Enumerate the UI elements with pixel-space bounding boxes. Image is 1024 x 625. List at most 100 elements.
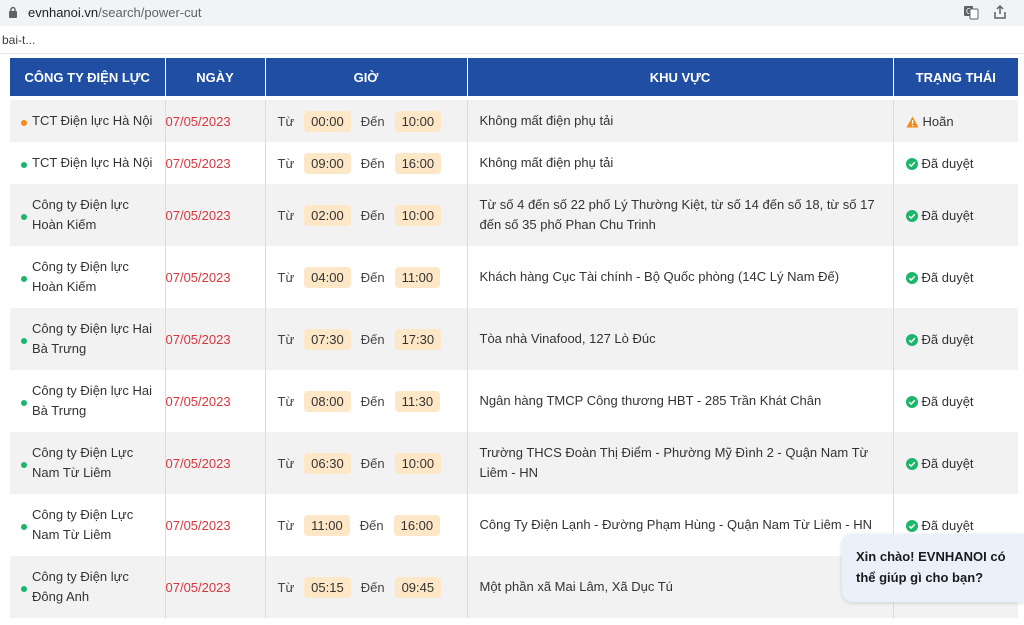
time-cell: Từ 09:00 Đến 16:00	[265, 142, 468, 184]
status-dot	[21, 162, 27, 168]
warning-icon	[906, 116, 918, 128]
status-cell: Đã duyệt	[893, 432, 1018, 494]
table-row: Công ty Điện lực Hoàn Kiếm 07/05/2023 Từ 04…	[10, 246, 1018, 308]
to-label: Đến	[359, 517, 384, 533]
table-row: Công ty Điện lực Hai Bà Trưng 07/05/2023 T…	[10, 370, 1018, 432]
to-label: Đến	[360, 155, 385, 171]
status-badge: Đã duyệt	[921, 155, 974, 171]
chat-message: Xin chào! EVNHANOI có thể giúp gì cho bạ…	[856, 549, 1006, 585]
status-cell: Đã duyệt	[893, 308, 1018, 370]
start-time: 07:30	[304, 328, 351, 350]
status-badge: Đã duyệt	[921, 393, 974, 409]
end-time: 10:00	[394, 110, 442, 132]
start-time: 04:00	[304, 266, 351, 288]
to-label: Đến	[360, 579, 385, 595]
to-label: Đến	[360, 207, 385, 223]
status-dot	[21, 400, 27, 406]
to-label: Đến	[360, 393, 385, 409]
end-time: 10:00	[394, 452, 442, 474]
share-icon[interactable]	[992, 4, 1008, 20]
header-date: NGÀY	[165, 58, 266, 96]
time-cell: Từ 06:30 Đến 10:00	[265, 432, 468, 494]
time-cell: Từ 02:00 Đến 10:00	[265, 184, 468, 246]
area-text: Không mất điện phụ tải	[479, 155, 614, 170]
company-name: Công ty Điện lực Hai Bà Trưng	[32, 383, 152, 418]
date-cell: 07/05/2023	[165, 246, 266, 308]
start-time: 02:00	[304, 204, 351, 226]
area-cell: Không mất điện phụ tải	[467, 142, 894, 184]
area-cell: Không mất điện phụ tải	[467, 100, 894, 142]
header-time: GIỜ	[265, 58, 468, 96]
status-badge: Đã duyệt	[921, 207, 974, 223]
end-time: 09:45	[394, 576, 442, 598]
time-cell: Từ 04:00 Đến 11:00	[265, 246, 468, 308]
start-time: 08:00	[304, 390, 351, 412]
company-cell: Công ty Điện lực Đông Anh	[10, 556, 166, 618]
from-label: Từ	[277, 113, 295, 129]
from-label: Từ	[277, 393, 295, 409]
check-circle-icon	[905, 520, 918, 533]
check-circle-icon	[905, 458, 918, 471]
to-label: Đến	[360, 113, 385, 129]
date-cell: 07/05/2023	[165, 100, 266, 142]
date-cell: 07/05/2023	[165, 308, 266, 370]
company-cell: Công ty Điện lực Hai Bà Trưng	[10, 308, 166, 370]
start-time: 11:00	[304, 514, 350, 536]
url-host: evnhanoi.vn	[28, 5, 99, 20]
date-cell: 07/05/2023	[165, 142, 266, 184]
time-cell: Từ 05:15 Đến 09:45	[265, 556, 468, 618]
company-cell: Công ty Điện lực Hoàn Kiếm	[10, 184, 166, 246]
check-circle-icon	[905, 158, 918, 171]
area-text: Không mất điện phụ tải	[479, 113, 614, 128]
browser-address-bar[interactable]: evnhanoi.vn/search/power-cut G	[0, 0, 1024, 26]
to-label: Đến	[360, 269, 385, 285]
time-cell: Từ 11:00 Đến 16:00	[265, 494, 468, 556]
from-label: Từ	[277, 269, 295, 285]
time-cell: Từ 00:00 Đến 10:00	[265, 100, 468, 142]
end-time: 11:00	[394, 266, 441, 288]
end-time: 11:30	[394, 390, 441, 412]
from-label: Từ	[277, 455, 295, 471]
company-name: Công ty Điện Lực Nam Từ Liêm	[32, 445, 134, 480]
area-cell: Trường THCS Đoàn Thị Điểm - Phường Mỹ Đì…	[467, 432, 894, 494]
company-name: Công ty Điện Lực Nam Từ Liêm	[32, 507, 134, 542]
table-header-row: CÔNG TY ĐIỆN LỰC NGÀY GIỜ KHU VỰC TRẠNG …	[10, 58, 1018, 96]
date-cell: 07/05/2023	[165, 370, 266, 432]
bookmark-item[interactable]: bai-t...	[2, 33, 35, 47]
status-cell: Đã duyệt	[893, 142, 1018, 184]
url-path: /search/power-cut	[98, 5, 202, 20]
company-cell: Công ty Điện lực Hai Bà Trưng	[10, 370, 166, 432]
status-badge: Hoãn	[922, 113, 954, 129]
company-name: Công ty Điện lực Hoàn Kiếm	[32, 259, 129, 294]
from-label: Từ	[277, 579, 295, 595]
bookmarks-bar: bai-t...	[0, 26, 1024, 54]
status-badge: Đã duyệt	[921, 331, 974, 347]
from-label: Từ	[277, 331, 295, 347]
header-company: CÔNG TY ĐIỆN LỰC	[10, 58, 166, 96]
check-circle-icon	[905, 210, 918, 223]
status-cell: Hoãn	[893, 100, 1018, 142]
area-text: Từ số 4 đến số 22 phố Lý Thường Kiệt, từ…	[479, 197, 875, 232]
area-text: Tòa nhà Vinafood, 127 Lò Đúc	[479, 331, 656, 346]
translate-icon[interactable]: G	[963, 4, 979, 20]
from-label: Từ	[277, 517, 295, 533]
time-cell: Từ 08:00 Đến 11:30	[265, 370, 468, 432]
table-row: Công ty Điện Lực Nam Từ Liêm 07/05/2023 Từ…	[10, 432, 1018, 494]
company-name: TCT Điện lực Hà Nội	[32, 113, 153, 128]
status-cell: Đã duyệt	[893, 184, 1018, 246]
status-dot	[21, 338, 27, 344]
end-time: 16:00	[393, 514, 441, 536]
area-text: Trường THCS Đoàn Thị Điểm - Phường Mỹ Đì…	[479, 445, 869, 480]
url-text[interactable]: evnhanoi.vn/search/power-cut	[28, 5, 201, 20]
to-label: Đến	[360, 455, 385, 471]
time-cell: Từ 07:30 Đến 17:30	[265, 308, 468, 370]
chat-widget[interactable]: Xin chào! EVNHANOI có thể giúp gì cho bạ…	[842, 534, 1024, 602]
status-dot	[21, 120, 27, 126]
company-cell: TCT Điện lực Hà Nội	[10, 142, 166, 184]
from-label: Từ	[277, 207, 295, 223]
area-cell: Tòa nhà Vinafood, 127 Lò Đúc	[467, 308, 894, 370]
company-name: Công ty Điện lực Hoàn Kiếm	[32, 197, 129, 232]
start-time: 09:00	[304, 152, 351, 174]
status-dot	[21, 524, 27, 530]
company-name: Công ty Điện lực Hai Bà Trưng	[32, 321, 152, 356]
